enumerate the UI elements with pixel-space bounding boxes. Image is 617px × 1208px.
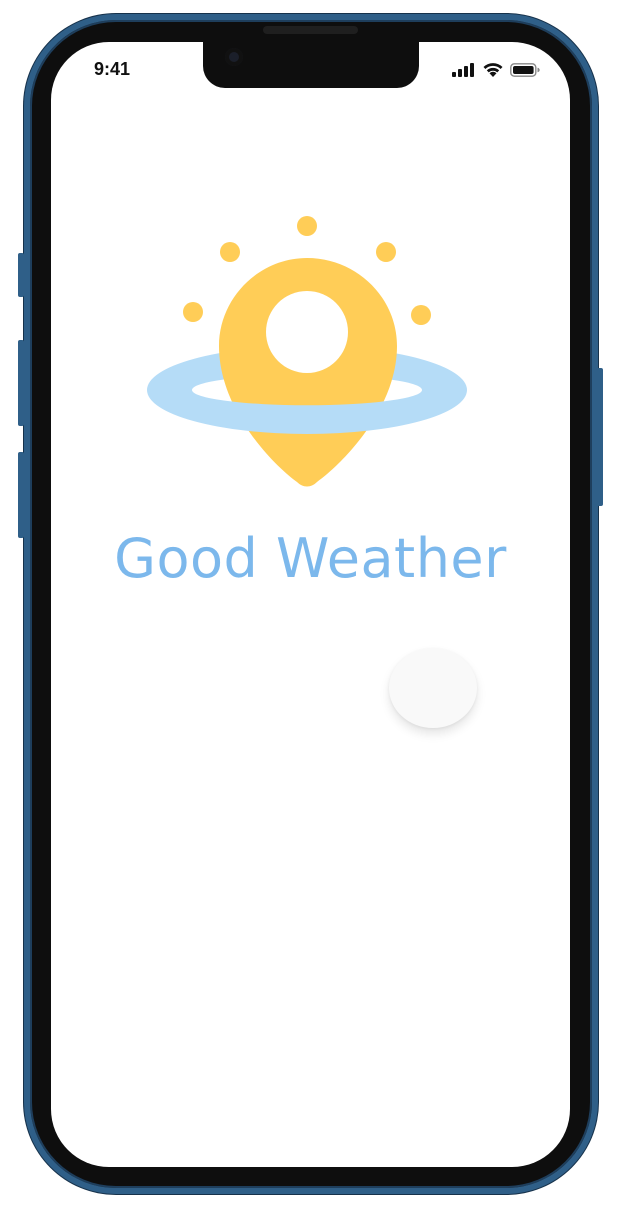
battery-icon xyxy=(510,62,540,77)
sun-ray-dot xyxy=(376,242,396,262)
cellular-signal-icon xyxy=(452,62,474,77)
volume-up-button xyxy=(18,340,24,426)
silent-switch xyxy=(18,253,24,297)
status-time: 9:41 xyxy=(94,59,131,79)
volume-down-button xyxy=(18,452,24,538)
screen: 9:41 Good Weather xyxy=(51,42,570,1167)
pin-hole xyxy=(266,291,348,373)
sun-ray-dot xyxy=(411,305,431,325)
sun-location-pin-logo xyxy=(147,216,467,487)
status-icons xyxy=(452,62,540,77)
sun-ray-dot xyxy=(297,216,317,236)
power-button xyxy=(597,368,603,506)
sun-ray-dot xyxy=(220,242,240,262)
sun-ray-dot xyxy=(183,302,203,322)
wifi-icon xyxy=(483,63,503,77)
front-camera xyxy=(225,48,243,66)
loading-indicator xyxy=(389,648,477,728)
app-title: Good Weather xyxy=(114,527,507,590)
earpiece-speaker xyxy=(263,26,358,34)
